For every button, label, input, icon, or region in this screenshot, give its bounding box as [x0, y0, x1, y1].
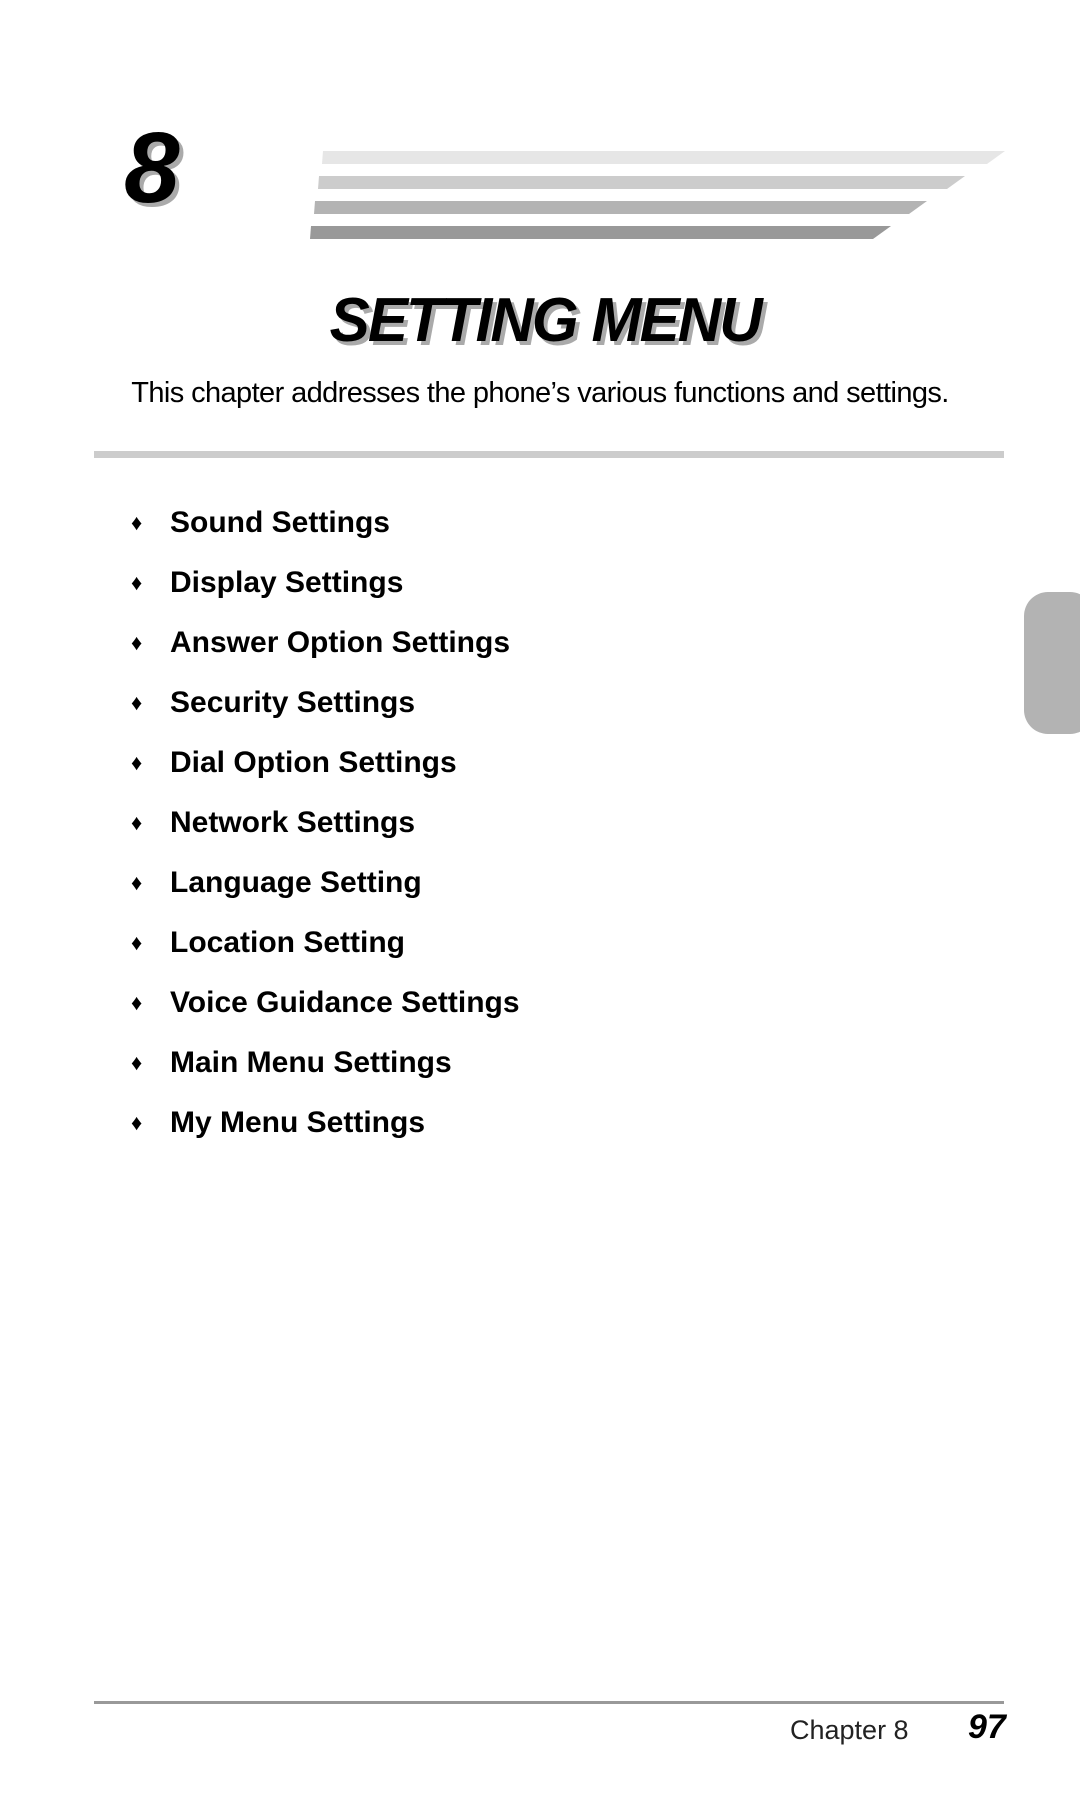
diamond-bullet-icon: ♦ — [131, 570, 143, 595]
diamond-bullet-icon: ♦ — [131, 750, 143, 775]
chapter-thumb-tab — [1024, 592, 1080, 734]
page-title: SETTING MENU — [0, 290, 1080, 352]
footer-chapter-label: Chapter 8 — [790, 1715, 909, 1745]
diamond-bullet-icon: ♦ — [131, 990, 143, 1015]
list-item-label: My Menu Settings — [170, 1106, 426, 1139]
header-stripes-decoration — [310, 151, 1005, 239]
list-item[interactable]: ♦ My Menu Settings — [131, 1093, 520, 1153]
diamond-bullet-icon: ♦ — [131, 510, 143, 535]
chapter-contents-list: ♦ Sound Settings ♦ Display Settings ♦ Answe… — [131, 493, 520, 1153]
diamond-bullet-icon: ♦ — [131, 630, 143, 655]
list-item[interactable]: ♦ Location Setting — [131, 913, 520, 973]
header-stripe-4 — [310, 226, 891, 239]
list-item-label: Network Settings — [170, 806, 416, 839]
diamond-bullet-icon: ♦ — [131, 1110, 143, 1135]
list-item-label: Dial Option Settings — [170, 746, 457, 779]
list-item[interactable]: ♦ Display Settings — [131, 553, 520, 613]
page-number: 97 — [968, 1708, 1006, 1746]
list-item-label: Voice Guidance Settings — [170, 986, 520, 1019]
page-title-text: SETTING MENU — [329, 286, 762, 355]
list-item-label: Location Setting — [170, 926, 405, 959]
list-item-label: Security Settings — [170, 686, 416, 719]
header-stripe-3 — [314, 201, 927, 214]
list-item[interactable]: ♦ Security Settings — [131, 673, 520, 733]
diamond-bullet-icon: ♦ — [131, 810, 143, 835]
list-item[interactable]: ♦ Language Setting — [131, 853, 520, 913]
diamond-bullet-icon: ♦ — [131, 870, 143, 895]
footer-divider — [94, 1701, 1004, 1704]
chapter-intro: This chapter addresses the phone’s vario… — [131, 377, 949, 409]
list-item[interactable]: ♦ Dial Option Settings — [131, 733, 520, 793]
list-item-label: Language Setting — [170, 866, 422, 899]
section-divider — [94, 451, 1004, 458]
list-item[interactable]: ♦ Voice Guidance Settings — [131, 973, 520, 1033]
list-item[interactable]: ♦ Answer Option Settings — [131, 613, 520, 673]
list-item-label: Main Menu Settings — [170, 1046, 452, 1079]
list-item-label: Display Settings — [170, 566, 404, 599]
list-item[interactable]: ♦ Main Menu Settings — [131, 1033, 520, 1093]
list-item-label: Sound Settings — [170, 506, 390, 539]
list-item-label: Answer Option Settings — [170, 626, 511, 659]
list-item[interactable]: ♦ Sound Settings — [131, 493, 520, 553]
diamond-bullet-icon: ♦ — [131, 690, 143, 715]
header-stripe-1 — [322, 151, 1005, 164]
diamond-bullet-icon: ♦ — [131, 1050, 143, 1075]
header-stripe-2 — [318, 176, 965, 189]
list-item[interactable]: ♦ Network Settings — [131, 793, 520, 853]
diamond-bullet-icon: ♦ — [131, 930, 143, 955]
